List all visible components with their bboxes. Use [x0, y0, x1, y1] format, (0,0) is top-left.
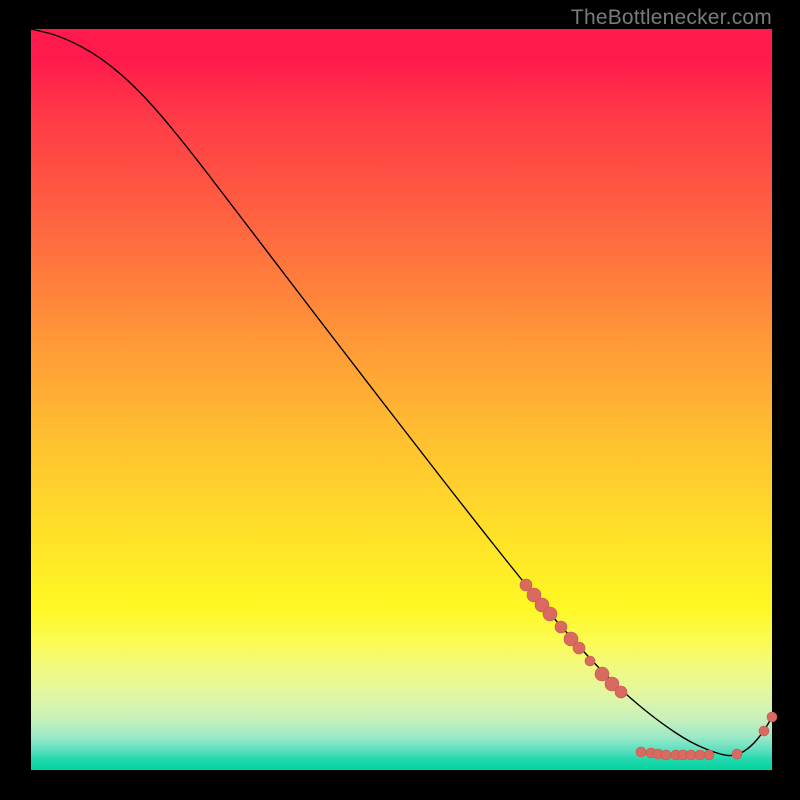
bottleneck-curve: [31, 29, 772, 756]
curve-marker: [704, 750, 714, 760]
curve-marker: [555, 621, 567, 633]
curve-marker: [573, 642, 585, 654]
curve-marker: [636, 747, 646, 757]
attribution-label: TheBottlenecker.com: [571, 6, 772, 30]
chart-stage: TheBottlenecker.com: [0, 0, 800, 800]
curve-marker: [759, 726, 769, 736]
curve-marker: [695, 750, 705, 760]
curve-marker: [543, 607, 557, 621]
curve-marker: [585, 656, 595, 666]
curve-marker: [661, 750, 671, 760]
chart-overlay: [31, 29, 772, 770]
curve-markers: [520, 579, 777, 760]
curve-marker: [732, 749, 742, 759]
curve-marker: [686, 750, 696, 760]
curve-marker: [615, 686, 627, 698]
curve-marker: [767, 712, 777, 722]
